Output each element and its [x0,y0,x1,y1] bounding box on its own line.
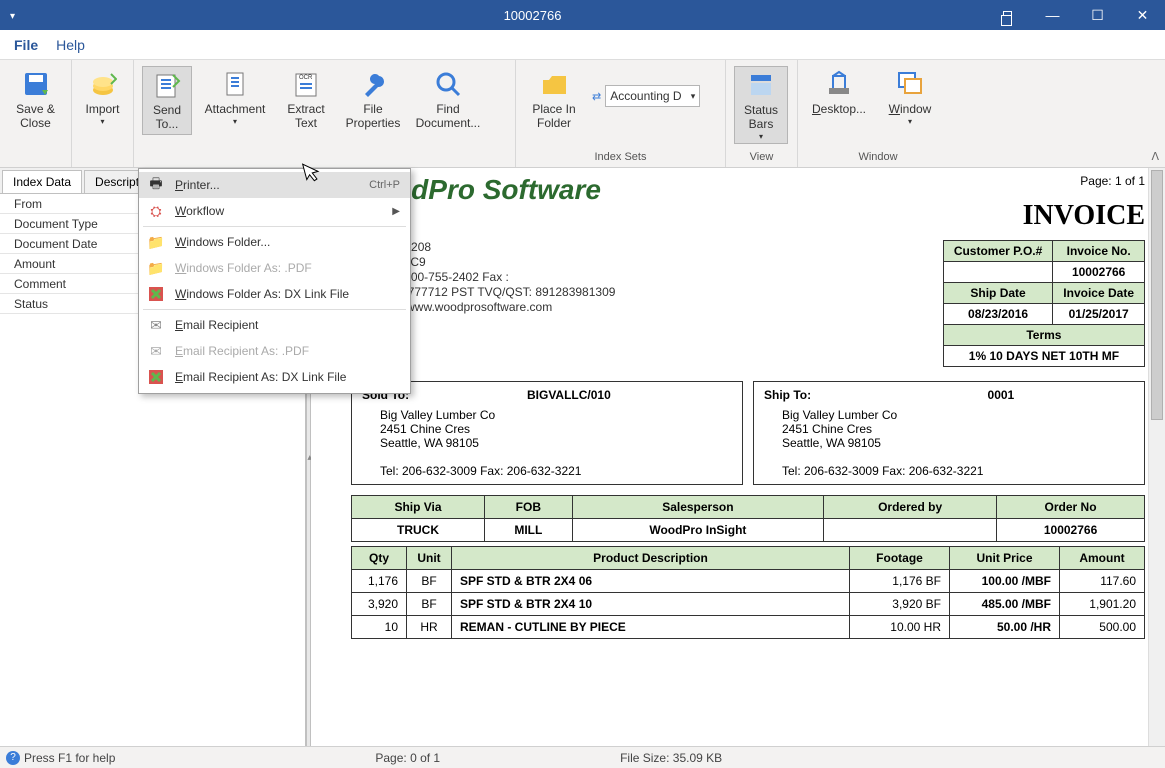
collapse-ribbon-icon[interactable]: ᐱ [1151,150,1159,163]
menu-item-windows-folder-pdf: 📁 Windows Folder As: .PDF [139,255,410,281]
menu-item-email[interactable]: ✉ Email Recipient [139,312,410,338]
close-button[interactable]: ✕ [1120,0,1165,30]
import-button[interactable]: Import ▾ [80,66,125,128]
invoice-header-table: Customer P.O.#Invoice No. 10002766 Ship … [943,240,1145,367]
menu-item-email-pdf: ✉ Email Recipient As: .PDF [139,338,410,364]
table-row: 3,920BFSPF STD & BTR 2X4 103,920 BF485.0… [352,593,1145,616]
minimize-button[interactable]: — [1030,0,1075,30]
menu-separator [143,226,406,227]
status-bars-button[interactable]: Status Bars ▾ [734,66,788,144]
folder-icon: 📁 [147,233,165,251]
dx-link-icon [147,368,165,386]
menu-item-workflow[interactable]: ⛭ Workflow ▶ [139,198,410,224]
ship-to-box: Ship To:0001 Big Valley Lumber Co 2451 C… [753,381,1145,485]
menu-separator [143,309,406,310]
extract-text-button[interactable]: OCR Extract Text [278,66,334,133]
workflow-icon: ⛭ [147,202,165,220]
ribbon-group-window: Window [798,151,958,167]
help-icon: ? [6,751,20,765]
status-bar: ? Press F1 for help Page: 0 of 1 File Siz… [0,746,1165,768]
menu-item-windows-folder[interactable]: 📁 Windows Folder... [139,229,410,255]
ribbon: Save & Close Import ▾ Send To... Attachm… [0,60,1165,168]
vertical-scrollbar[interactable] [1148,168,1165,746]
svg-text:OCR: OCR [299,75,313,81]
attachment-button[interactable]: Attachment ▾ [200,66,270,128]
file-properties-button[interactable]: File Properties [342,66,404,133]
status-bars-icon [745,69,777,101]
indexset-arrows-icon: ⇄ [592,90,601,103]
maximize-button[interactable]: ☐ [1075,0,1120,30]
tab-index-data[interactable]: Index Data [2,170,82,193]
table-row: 1,176BFSPF STD & BTR 2X4 061,176 BF100.0… [352,570,1145,593]
menu-item-email-dx[interactable]: Email Recipient As: DX Link File [139,364,410,390]
email-pdf-icon: ✉ [147,342,165,360]
desktop-button[interactable]: DDesktop...esktop... [806,66,872,119]
send-to-icon [151,69,183,101]
status-page: Page: 0 of 1 [375,751,440,765]
save-close-button[interactable]: Save & Close [8,66,63,133]
menu-item-windows-folder-dx[interactable]: Windows Folder As: DX Link File [139,281,410,307]
window-title: 10002766 [80,8,985,23]
save-close-icon [20,68,52,100]
line-items-table: Qty Unit Product Description Footage Uni… [351,546,1145,639]
import-icon [87,68,119,100]
document-viewer[interactable]: WoodPro Software Page: 1 of 1 INVOICE Ro… [311,168,1165,746]
wrench-icon [357,68,389,100]
email-icon: ✉ [147,316,165,334]
desktop-icon [823,68,855,100]
send-to-menu: 🖶 Printer... Ctrl+P ⛭ Workflow ▶ 📁 Windo… [138,168,411,394]
place-in-folder-button[interactable]: Place In Folder [524,66,584,133]
menu-file[interactable]: File [14,37,38,53]
sold-to-box: Sold To:BIGVALLC/010 Big Valley Lumber C… [351,381,743,485]
window-icon [894,68,926,100]
folder-pdf-icon: 📁 [147,259,165,277]
dx-link-icon [147,285,165,303]
invoice-title: INVOICE [1023,200,1145,232]
title-bar: ▾ 10002766 — ☐ ✕ [0,0,1165,30]
order-info-table: Ship Via FOB Salesperson Ordered by Orde… [351,495,1145,542]
search-icon [432,68,464,100]
qat-customize-icon[interactable]: ▾ [10,11,15,22]
page-number: Page: 1 of 1 [1023,174,1145,188]
ocr-icon: OCR [290,68,322,100]
find-document-button[interactable]: Find Document... [412,66,484,133]
menu-item-printer[interactable]: 🖶 Printer... Ctrl+P [139,172,410,198]
status-help-text: Press F1 for help [24,751,115,765]
attachment-icon [219,68,251,100]
chevron-right-icon: ▶ [392,206,400,217]
folder-icon [538,68,570,100]
printer-icon: 🖶 [147,176,165,194]
restore-down-button[interactable] [985,0,1030,30]
scrollbar-thumb[interactable] [1151,170,1163,420]
invoice-document: WoodPro Software Page: 1 of 1 INVOICE Ro… [351,174,1145,639]
window-button[interactable]: Window ▾ [880,66,940,128]
send-to-button[interactable]: Send To... [142,66,192,135]
menu-help[interactable]: Help [56,37,85,53]
status-filesize: File Size: 35.09 KB [620,751,722,765]
index-set-combo[interactable]: Accounting D▾ [605,85,700,107]
ribbon-group-index-sets: Index Sets [516,151,725,167]
table-row: 10HRREMAN - CUTLINE BY PIECE10.00 HR50.0… [352,616,1145,639]
menu-bar: File Help [0,30,1165,60]
ribbon-group-view: View [726,151,797,167]
